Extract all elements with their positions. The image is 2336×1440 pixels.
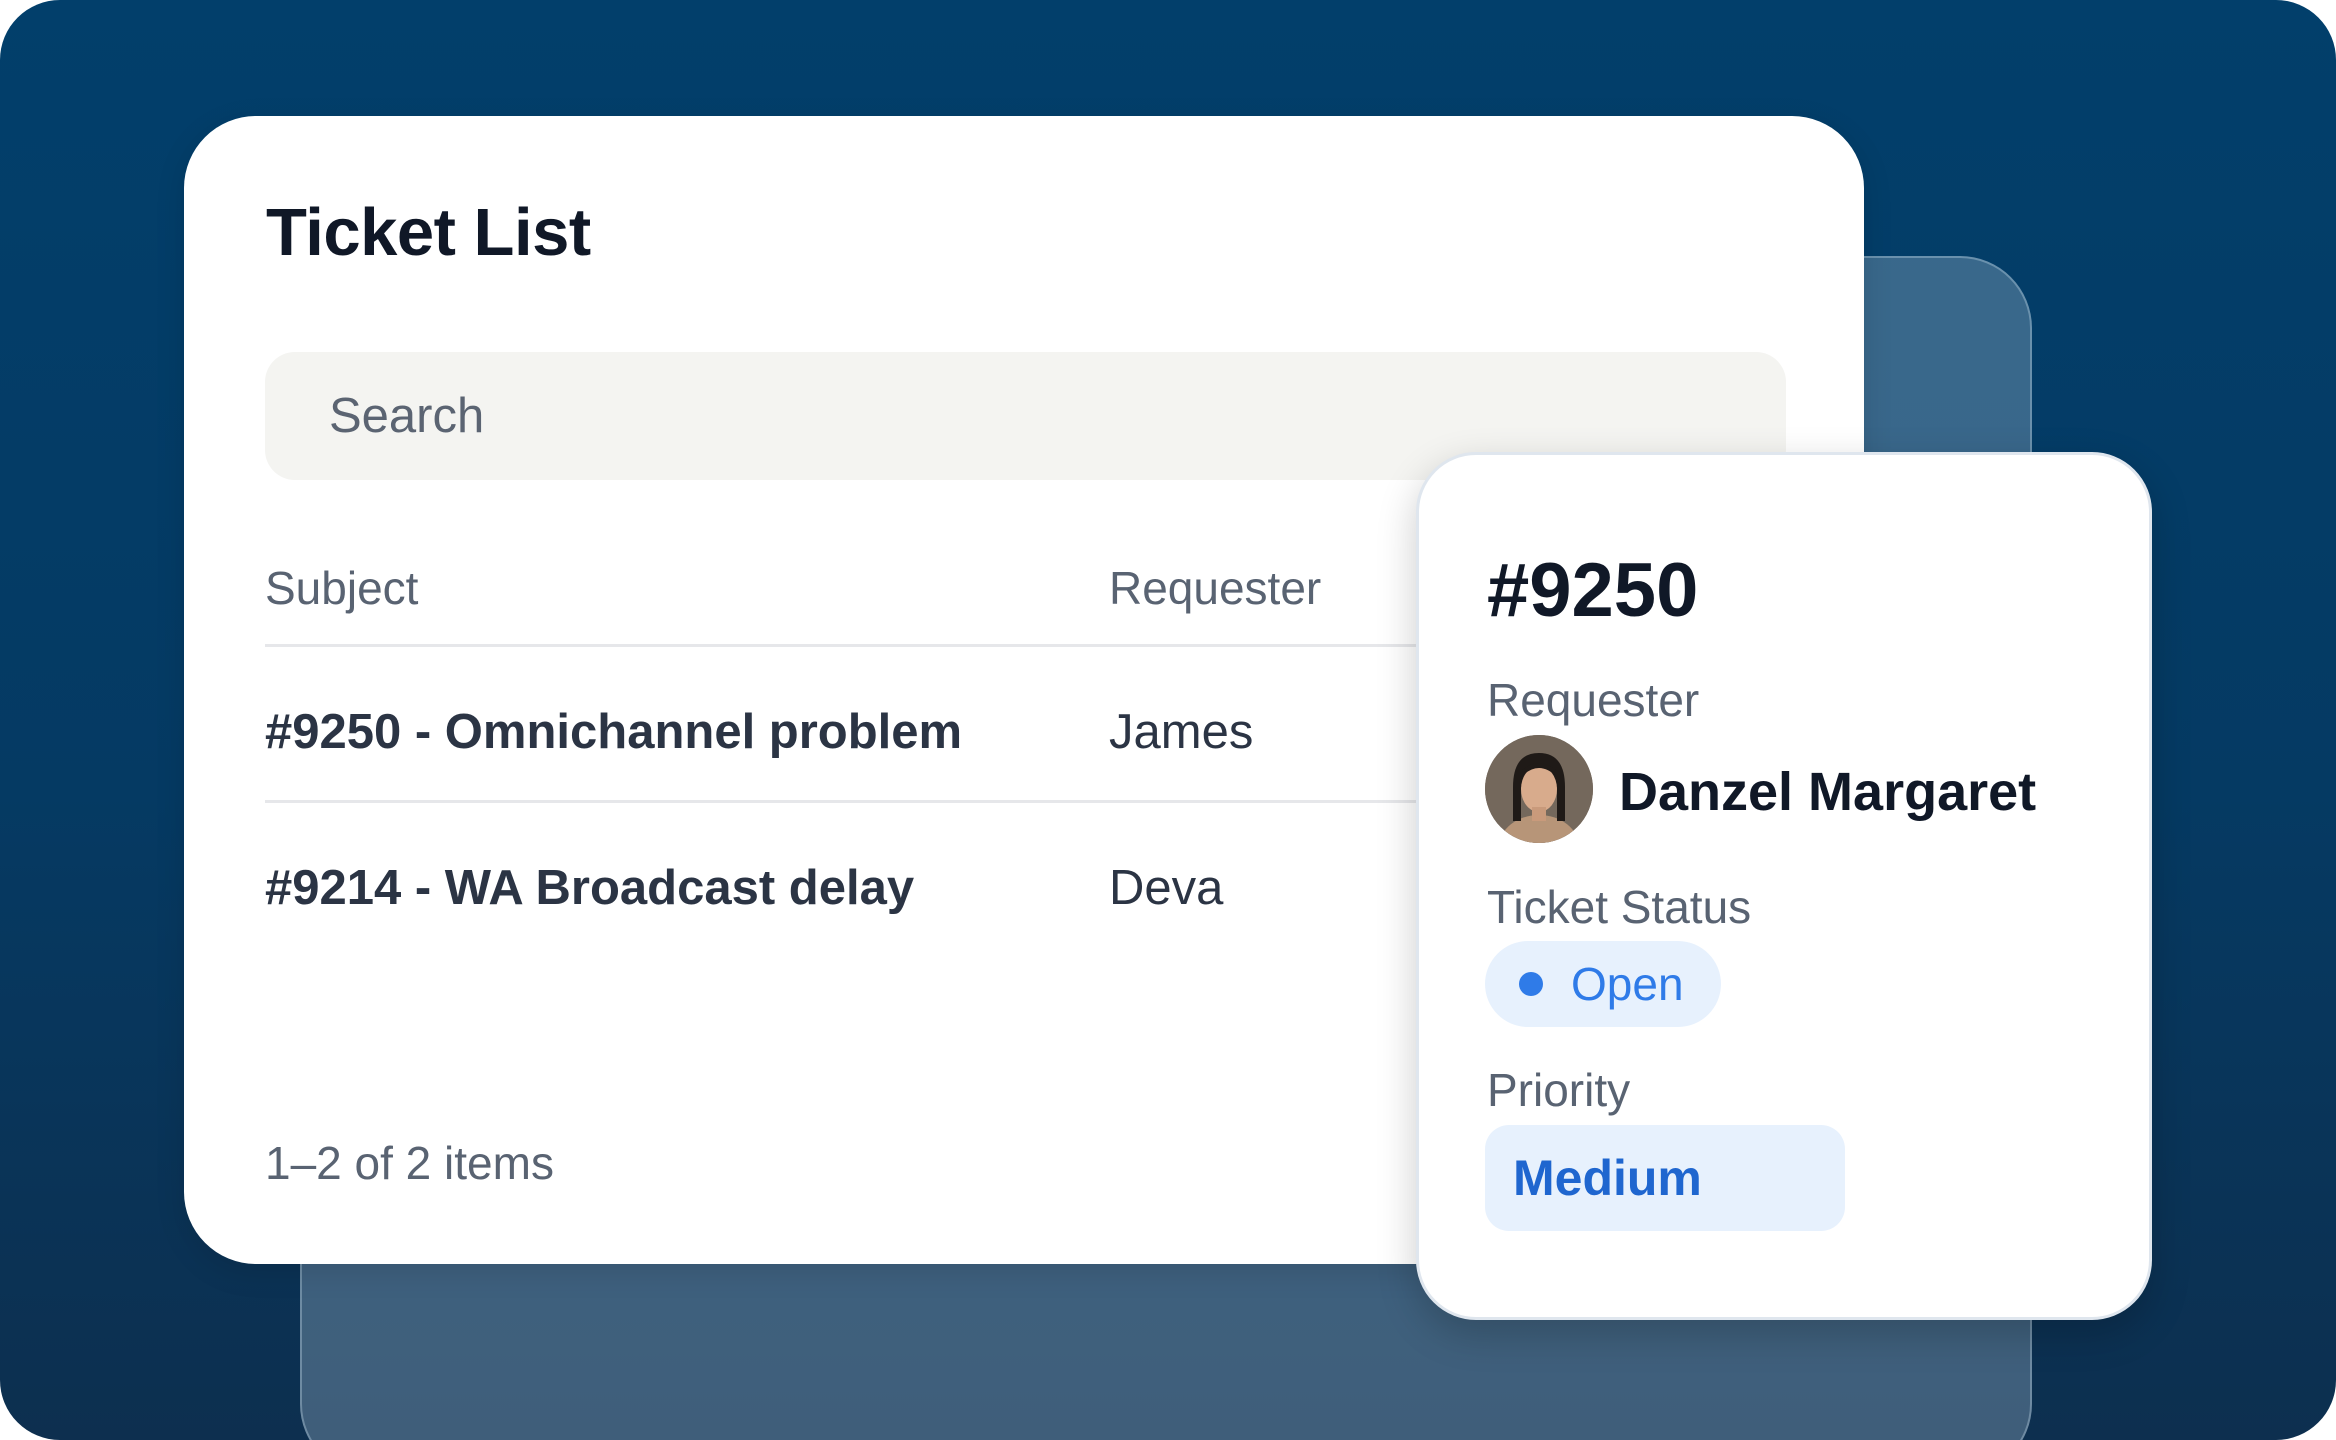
priority-badge[interactable]: Medium (1485, 1125, 1845, 1231)
row-requester: James (1109, 705, 1254, 759)
status-badge[interactable]: Open (1485, 941, 1721, 1027)
page-title: Ticket List (266, 195, 591, 270)
column-header-subject[interactable]: Subject (265, 561, 418, 615)
row-requester: Deva (1109, 861, 1224, 915)
column-header-requester[interactable]: Requester (1109, 561, 1321, 615)
search-input[interactable] (329, 388, 1529, 444)
priority-value: Medium (1513, 1150, 1702, 1206)
ticket-detail-card: #9250 Requester Danzel Margaret Ticket S… (1416, 452, 2152, 1320)
avatar (1485, 735, 1593, 843)
pagination-count: 1–2 of 2 items (265, 1137, 554, 1189)
row-subject[interactable]: #9250 - Omnichannel problem (265, 704, 962, 760)
requester-label: Requester (1487, 674, 1700, 726)
status-label: Ticket Status (1487, 881, 1752, 933)
header-divider (265, 644, 1465, 647)
requester-name: Danzel Margaret (1619, 762, 2037, 822)
ticket-id: #9250 (1487, 548, 1699, 633)
row-subject[interactable]: #9214 - WA Broadcast delay (265, 860, 914, 916)
status-value: Open (1571, 958, 1684, 1010)
app-background: Ticket List Subject Requester #9250 - Om… (0, 0, 2336, 1440)
status-dot-icon (1519, 972, 1543, 996)
row-divider (265, 800, 1465, 803)
person-photo-icon (1485, 735, 1593, 843)
priority-label: Priority (1487, 1064, 1631, 1116)
